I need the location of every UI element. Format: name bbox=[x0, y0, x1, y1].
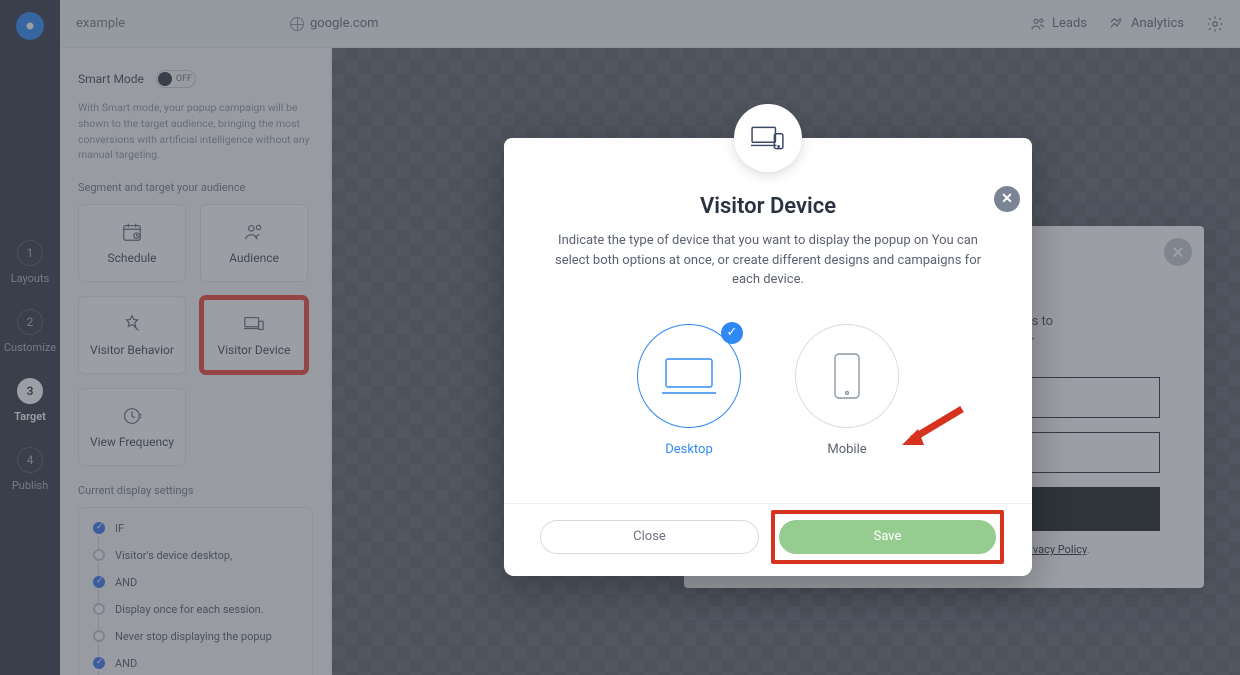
laptop-icon bbox=[660, 355, 718, 397]
device-label: Mobile bbox=[827, 442, 866, 457]
modal-desc: Indicate the type of device that you wan… bbox=[540, 231, 996, 290]
device-label: Desktop bbox=[665, 442, 713, 457]
device-desktop-option[interactable]: ✓ Desktop bbox=[637, 324, 741, 457]
modal-title: Visitor Device bbox=[540, 194, 996, 219]
device-mobile-option[interactable]: Mobile bbox=[795, 324, 899, 457]
save-button[interactable]: Save bbox=[779, 520, 996, 554]
visitor-device-modal: ✕ Visitor Device Indicate the type of de… bbox=[504, 138, 1032, 576]
modal-badge-icon bbox=[734, 104, 802, 172]
modal-close-icon[interactable]: ✕ bbox=[994, 186, 1020, 212]
mobile-icon bbox=[832, 351, 862, 401]
close-button[interactable]: Close bbox=[540, 520, 759, 554]
check-icon: ✓ bbox=[721, 322, 743, 344]
